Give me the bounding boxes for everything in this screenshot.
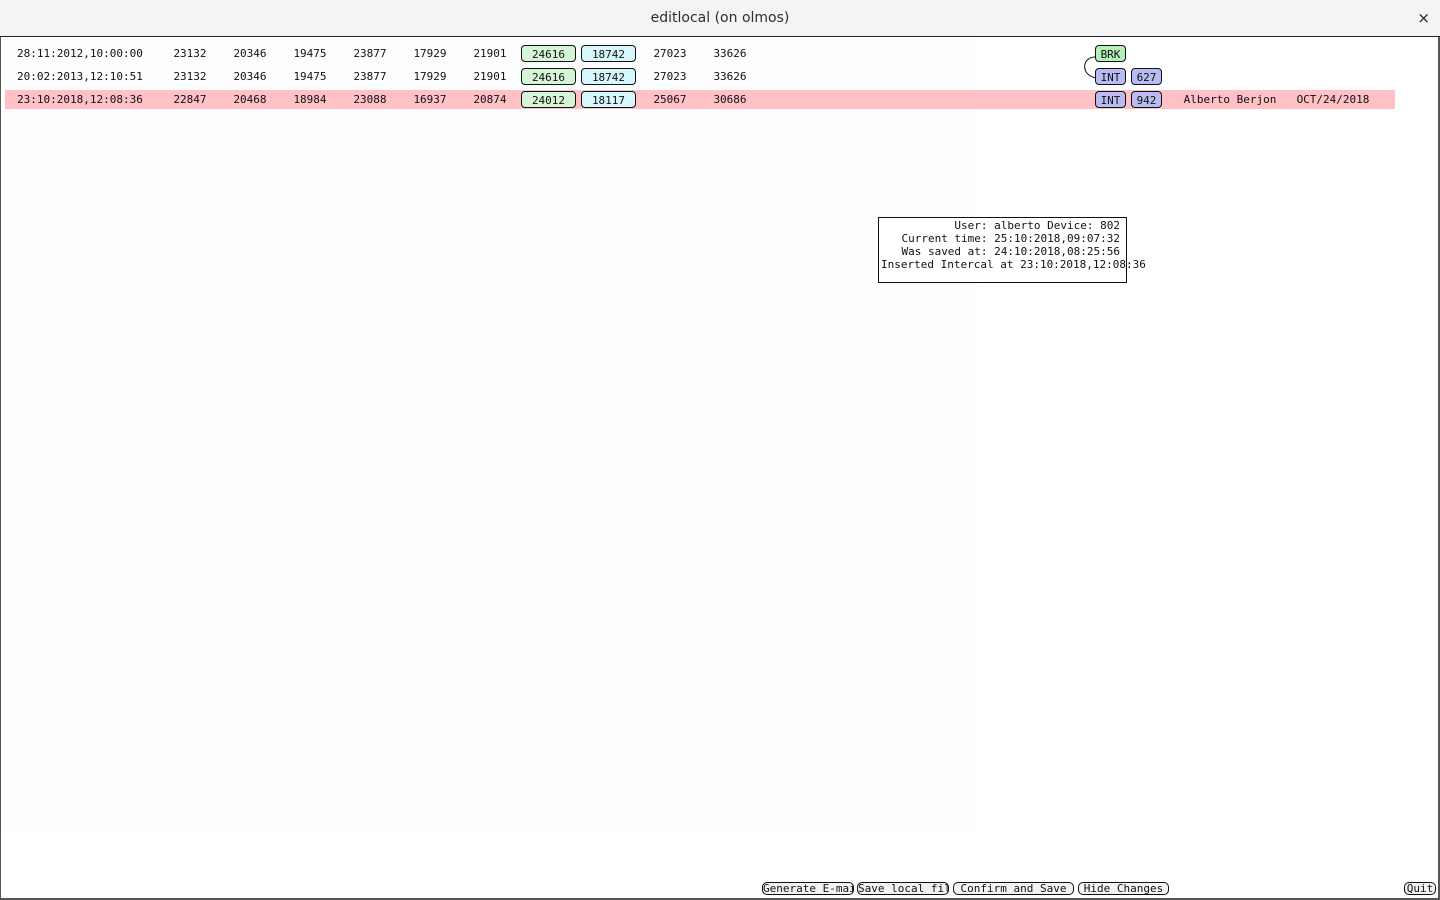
row-value: 23877 [353, 47, 387, 60]
row-value: 16937 [413, 93, 447, 106]
row-value: 20468 [233, 93, 267, 106]
plot-canvas [3, 39, 978, 830]
info-panel: User: alberto Device: 802 Current time: … [878, 217, 1146, 283]
hide-changes-button[interactable]: Hide Changes [1078, 882, 1169, 895]
info-saved-at: Was saved at: 24:10:2018,08:25:56 [901, 245, 1120, 258]
generate-email-button[interactable]: Generate E-mail [762, 882, 854, 895]
row-value-box-green[interactable]: 24012 [521, 91, 576, 108]
row-date: 20:02:2013,12:10:51 [17, 70, 143, 83]
row-date: 28:11:2012,10:00:00 [17, 47, 143, 60]
row-value-box-cyan[interactable]: 18742 [581, 68, 636, 85]
quit-button[interactable]: Quit [1404, 882, 1436, 895]
row-value: 22847 [173, 93, 207, 106]
window-border-left [0, 37, 1, 900]
row-change-date: OCT/24/2018 [1296, 93, 1370, 106]
row-date: 23:10:2018,12:08:36 [17, 93, 143, 106]
row-user-name: Alberto Berjon [1183, 93, 1277, 106]
close-icon[interactable]: × [1417, 8, 1430, 28]
table-row-highlighted[interactable]: 23:10:2018,12:08:36 22847 20468 18984 23… [5, 90, 1395, 109]
row-value: 27023 [653, 47, 687, 60]
link-connector-icon [1084, 56, 1097, 79]
row-value: 19475 [293, 47, 327, 60]
row-value: 30686 [713, 93, 747, 106]
row-value: 33626 [713, 70, 747, 83]
info-current-time: Current time: 25:10:2018,09:07:32 [901, 232, 1120, 245]
row-tag-int[interactable]: INT [1095, 91, 1126, 108]
row-tag-number[interactable]: 942 [1131, 91, 1162, 108]
row-value: 17929 [413, 70, 447, 83]
row-value: 20874 [473, 93, 507, 106]
row-value: 23088 [353, 93, 387, 106]
row-tag-number[interactable]: 627 [1131, 68, 1162, 85]
row-value: 25067 [653, 93, 687, 106]
window-titlebar: editlocal (on olmos) × [0, 0, 1440, 37]
row-value-box-cyan[interactable]: 18742 [581, 45, 636, 62]
table-row[interactable]: 28:11:2012,10:00:00 23132 20346 19475 23… [5, 44, 1395, 63]
row-value: 23877 [353, 70, 387, 83]
save-local-file-button[interactable]: Save local file [857, 882, 949, 895]
row-value-box-green[interactable]: 24616 [521, 68, 576, 85]
row-value-box-green[interactable]: 24616 [521, 45, 576, 62]
row-value: 17929 [413, 47, 447, 60]
confirm-and-save-button[interactable]: Confirm and Save [953, 882, 1074, 895]
row-value: 18984 [293, 93, 327, 106]
info-inserted-intercal: Inserted Intercal at 23:10:2018,12:08:36 [881, 258, 1146, 271]
row-value: 19475 [293, 70, 327, 83]
row-value: 20346 [233, 70, 267, 83]
row-value: 21901 [473, 47, 507, 60]
info-user-device: User: alberto Device: 802 [954, 219, 1120, 232]
row-value: 23132 [173, 70, 207, 83]
row-value: 20346 [233, 47, 267, 60]
row-value: 33626 [713, 47, 747, 60]
row-value: 21901 [473, 70, 507, 83]
row-value: 27023 [653, 70, 687, 83]
row-value-box-cyan[interactable]: 18117 [581, 91, 636, 108]
row-value: 23132 [173, 47, 207, 60]
window-title: editlocal (on olmos) [650, 10, 790, 26]
table-row[interactable]: 20:02:2013,12:10:51 23132 20346 19475 23… [5, 67, 1395, 86]
